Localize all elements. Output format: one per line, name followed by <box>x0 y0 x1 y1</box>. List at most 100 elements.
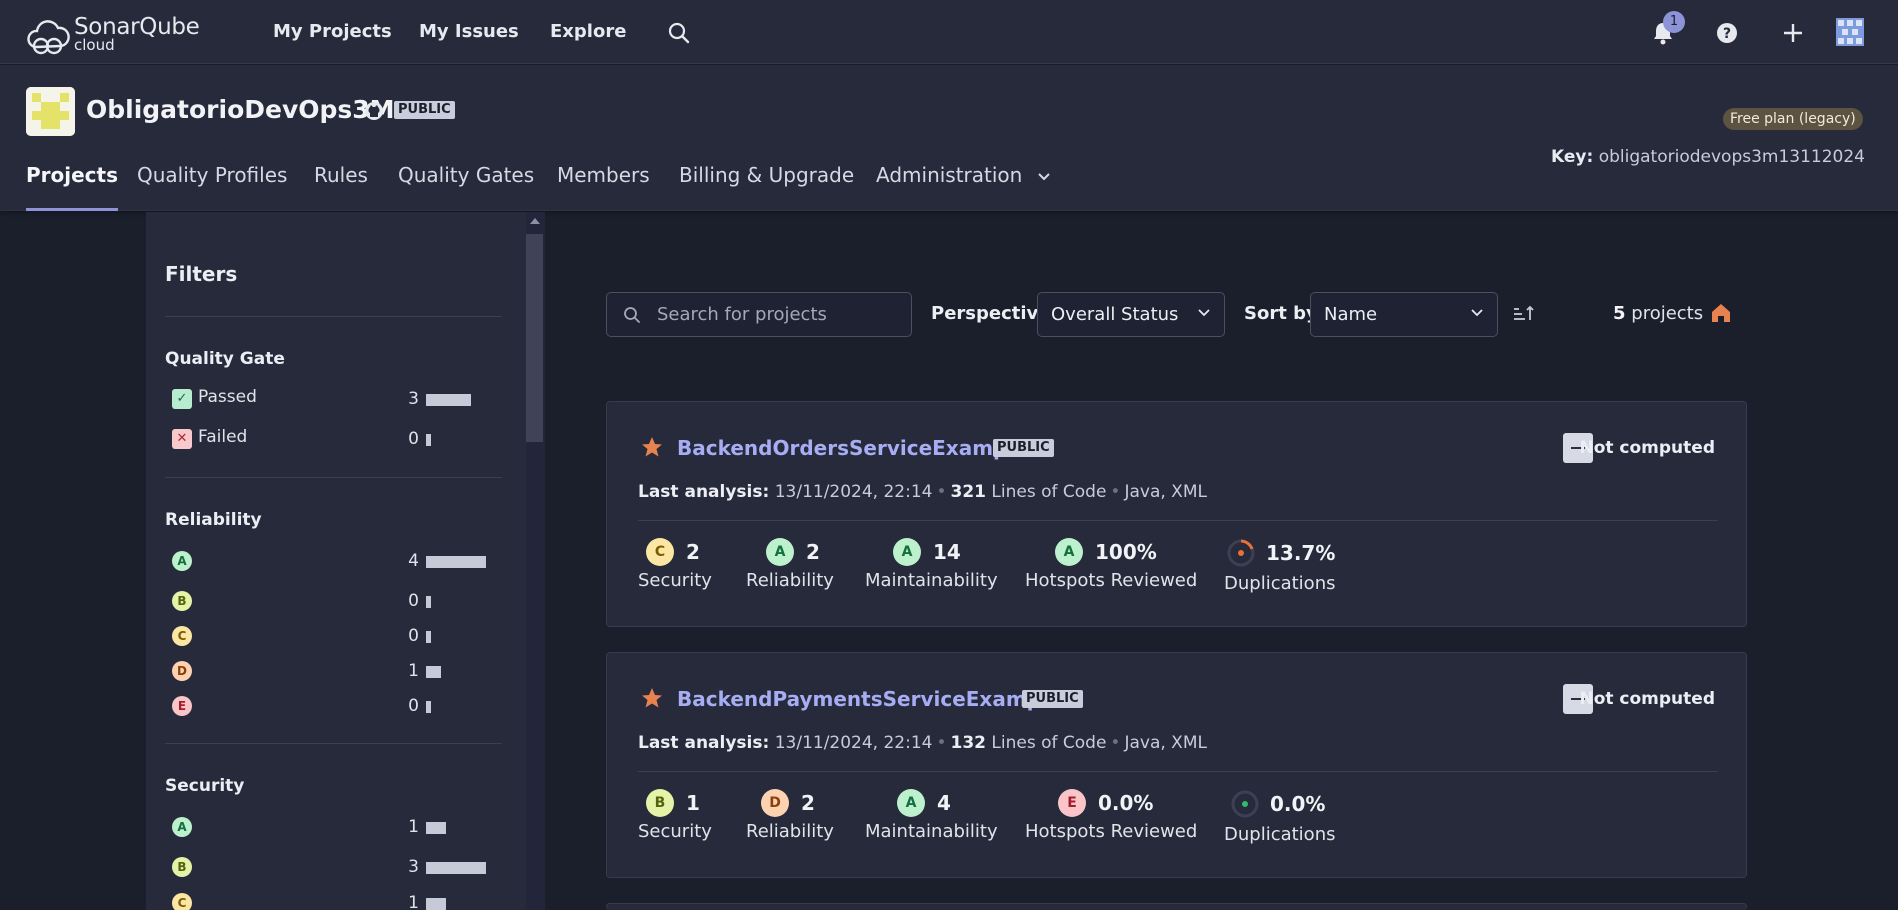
filter-count: 0 <box>408 591 419 611</box>
project-card: BackendOrdersServiceExample PUBLIC Not c… <box>606 401 1747 627</box>
filter-quality-gate-passed[interactable]: ✓ Passed 3 <box>172 387 492 411</box>
chevron-down-icon <box>1198 309 1210 317</box>
organization-visibility-tag: PUBLIC <box>394 101 455 119</box>
project-count-suffix: projects <box>1631 303 1704 324</box>
rating-badge: B <box>172 591 192 611</box>
nav-my-issues[interactable]: My Issues <box>419 21 519 42</box>
perspective-label: Perspective <box>931 303 1051 324</box>
filters-title: Filters <box>165 262 238 286</box>
star-icon[interactable] <box>641 687 663 709</box>
help-icon[interactable]: ? <box>1716 22 1738 44</box>
filter-security-c[interactable]: C 1 <box>172 891 492 910</box>
rating-badge: E <box>1058 789 1086 817</box>
filter-reliability-e[interactable]: E 0 <box>172 694 492 718</box>
status-text: Not computed <box>1579 438 1715 458</box>
metric-value: 14 <box>933 540 961 564</box>
filter-count: 3 <box>408 389 419 409</box>
project-name-link[interactable]: BackendOrdersServiceExample <box>677 436 1028 460</box>
last-analysis-label: Last analysis: <box>638 482 770 502</box>
sort-direction-icon[interactable] <box>1512 302 1536 326</box>
star-icon[interactable] <box>641 436 663 458</box>
tab-projects[interactable]: Projects <box>26 163 119 211</box>
project-card <box>606 903 1747 910</box>
chevron-down-icon <box>1038 173 1050 181</box>
filter-reliability-d[interactable]: D 1 <box>172 659 492 683</box>
duplications-donut-icon <box>1227 539 1255 567</box>
filter-label: Passed <box>198 387 257 407</box>
filter-bar <box>426 666 441 678</box>
metric-value: 100% <box>1095 540 1157 564</box>
organization-name[interactable]: ObligatorioDevOps3M <box>86 95 395 124</box>
project-visibility-tag: PUBLIC <box>1022 690 1083 708</box>
status-text: Not computed <box>1579 689 1715 709</box>
metric-value: 2 <box>686 540 700 564</box>
organization-header: ObligatorioDevOps3M PUBLIC Free plan (le… <box>0 65 1898 211</box>
filter-count: 3 <box>408 857 419 877</box>
metric-value: 13.7% <box>1266 541 1336 565</box>
search-icon[interactable] <box>668 22 690 44</box>
project-search[interactable]: Search for projects <box>606 292 912 337</box>
metric-label: Duplications <box>1224 573 1336 594</box>
filter-count: 4 <box>408 551 419 571</box>
rating-badge: A <box>766 538 794 566</box>
filter-quality-gate-failed[interactable]: ✕ Failed 0 <box>172 427 492 451</box>
filter-bar <box>426 596 431 608</box>
metric-label: Security <box>638 570 712 591</box>
filter-bar <box>426 394 471 406</box>
plus-icon[interactable] <box>1782 22 1804 44</box>
metric-value: 2 <box>801 791 815 815</box>
metric-label: Hotspots Reviewed <box>1025 821 1198 842</box>
security-filter-title: Security <box>165 776 245 796</box>
tab-members[interactable]: Members <box>557 163 650 211</box>
scroll-up-arrow-icon[interactable] <box>530 218 540 224</box>
metric-value: 1 <box>686 791 700 815</box>
metric-label: Reliability <box>746 570 834 591</box>
filter-bar <box>426 862 486 874</box>
rating-badge: C <box>172 626 192 646</box>
organization-avatar <box>26 87 75 136</box>
rating-badge: A <box>893 538 921 566</box>
sort-by-select[interactable]: Name <box>1310 292 1498 337</box>
filter-bar <box>426 822 446 834</box>
lines-of-code-count: 132 <box>950 733 987 753</box>
filter-security-a[interactable]: A 1 <box>172 815 492 839</box>
sidebar-scrollbar-thumb[interactable] <box>526 234 543 442</box>
plan-badge: Free plan (legacy) <box>1723 108 1863 130</box>
nav-explore[interactable]: Explore <box>550 21 626 42</box>
filter-count: 1 <box>408 661 419 681</box>
project-count: 5 projects <box>1613 303 1703 324</box>
perspective-value: Overall Status <box>1051 304 1179 325</box>
tab-administration[interactable]: Administration <box>876 163 1051 211</box>
filter-count: 0 <box>408 429 419 449</box>
tab-billing-upgrade[interactable]: Billing & Upgrade <box>679 163 854 211</box>
filter-count: 1 <box>408 893 419 910</box>
last-analysis-date: 13/11/2024, 22:14 <box>774 733 933 753</box>
metric-label: Security <box>638 821 712 842</box>
project-card: BackendPaymentsServiceExample PUBLIC Not… <box>606 652 1747 878</box>
organization-key: Key: obligatoriodevops3m13112024 <box>1551 147 1865 167</box>
lines-of-code-label: Lines of Code <box>991 482 1107 502</box>
filter-security-b[interactable]: B 3 <box>172 855 492 879</box>
filter-reliability-c[interactable]: C 0 <box>172 624 492 648</box>
filter-reliability-a[interactable]: A 4 <box>172 549 492 573</box>
rating-badge: D <box>172 661 192 681</box>
quality-gate-filter-title: Quality Gate <box>165 349 285 369</box>
lines-of-code-count: 321 <box>950 482 987 502</box>
rating-badge: B <box>646 789 674 817</box>
filter-reliability-b[interactable]: B 0 <box>172 589 492 613</box>
filter-bar <box>426 556 486 568</box>
github-icon[interactable] <box>364 101 384 121</box>
rating-badge: A <box>897 789 925 817</box>
nav-my-projects[interactable]: My Projects <box>273 21 392 42</box>
project-meta: Last analysis: 13/11/2024, 22:14 • 321 Lin… <box>638 482 1207 502</box>
tab-administration-label: Administration <box>876 163 1023 187</box>
sonarqube-logo[interactable]: SonarQube cloud <box>26 13 200 55</box>
home-icon[interactable] <box>1710 302 1732 324</box>
divider <box>638 520 1718 521</box>
user-avatar[interactable] <box>1836 18 1864 46</box>
project-name-link[interactable]: BackendPaymentsServiceExample <box>677 687 1061 711</box>
tab-rules[interactable]: Rules <box>314 163 368 211</box>
perspective-select[interactable]: Overall Status <box>1037 292 1225 337</box>
tab-quality-profiles[interactable]: Quality Profiles <box>137 163 287 211</box>
tab-quality-gates[interactable]: Quality Gates <box>398 163 534 211</box>
